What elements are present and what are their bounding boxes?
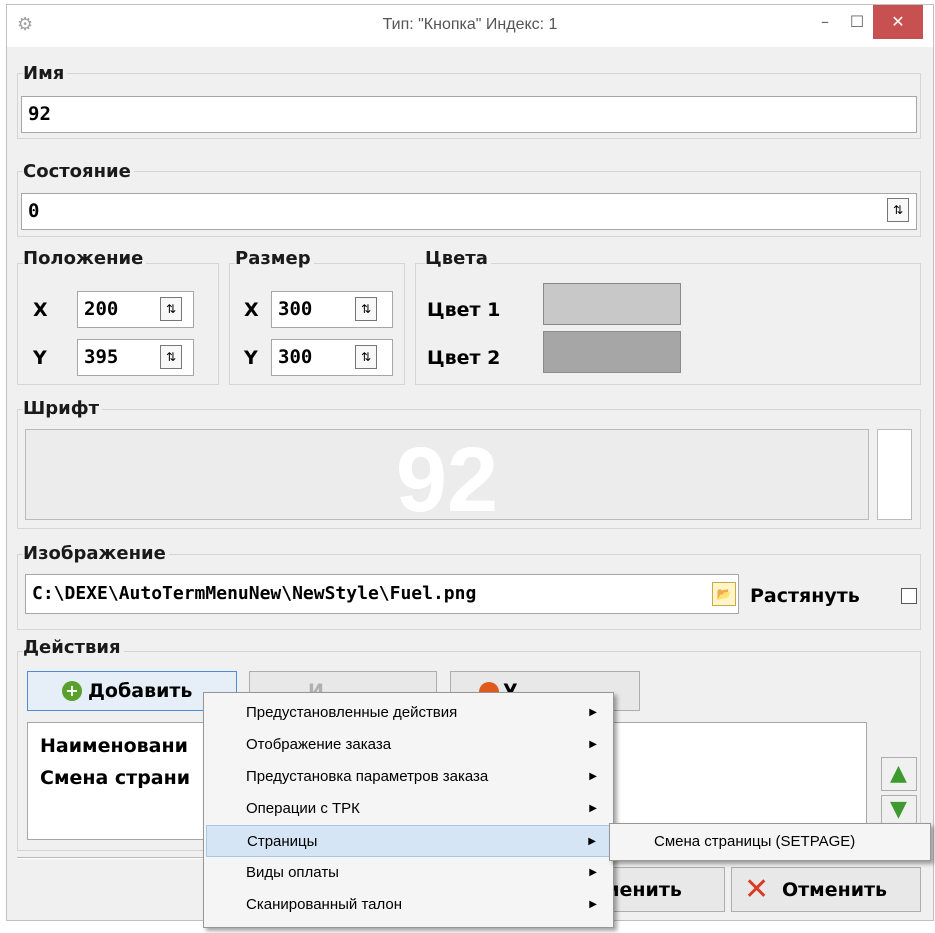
colors-label: Цвета — [425, 248, 491, 269]
cancel-button[interactable]: ✕ Отменить — [731, 867, 921, 912]
close-button[interactable]: ✕ — [873, 5, 923, 39]
menu-item-label: Предустановка параметров заказа — [246, 768, 489, 785]
menu-item-label: Предустановленные действия — [246, 704, 458, 721]
color2-label: Цвет 2 — [427, 347, 501, 369]
chevron-right-icon: ▶ — [589, 803, 597, 814]
menu-item-pages[interactable]: Страницы ▶ — [206, 825, 611, 857]
menu-item-trk-operations[interactable]: Операции с ТРК ▶ — [206, 793, 611, 825]
position-x-spinner[interactable]: ⇅ — [160, 297, 182, 321]
menu-item-label: Сканированный талон — [246, 896, 403, 913]
chevron-right-icon: ▶ — [589, 867, 597, 878]
actions-label: Действия — [23, 637, 124, 658]
state-field[interactable]: 0 — [21, 193, 917, 230]
state-label: Состояние — [23, 161, 134, 182]
color1-swatch[interactable] — [543, 283, 681, 325]
move-down-button[interactable]: ▼ — [881, 795, 917, 825]
add-context-menu: Предустановленные действия ▶ Отображение … — [203, 692, 614, 928]
color2-swatch[interactable] — [543, 331, 681, 373]
font-preview-text: 92 — [395, 429, 499, 520]
menu-item-label: Виды оплаты — [246, 864, 339, 881]
chevron-right-icon: ▶ — [589, 707, 597, 718]
dialog-window: ⚙ Тип: "Кнопка" Индекс: 1 – ☐ ✕ Имя 92 С… — [6, 4, 934, 928]
maximize-button[interactable]: ☐ — [842, 5, 872, 39]
name-label: Имя — [23, 63, 68, 84]
image-path-field[interactable]: C:\DEXE\AutoTermMenuNew\NewStyle\Fuel.pn… — [25, 574, 739, 614]
size-x-label: X — [244, 299, 259, 321]
cancel-button-label: Отменить — [782, 879, 888, 901]
menu-item-label: Операции с ТРК — [246, 800, 360, 817]
state-spinner[interactable]: ⇅ — [887, 198, 909, 222]
folder-open-icon[interactable]: 📂 — [712, 582, 736, 606]
cancel-icon: ✕ — [744, 872, 770, 907]
size-x-spinner[interactable]: ⇅ — [355, 297, 377, 321]
list-item[interactable]: Смена страни — [40, 767, 190, 789]
size-label: Размер — [235, 248, 314, 269]
chevron-right-icon: ▶ — [589, 739, 597, 750]
position-y-spinner[interactable]: ⇅ — [160, 345, 182, 369]
menu-item-order-display[interactable]: Отображение заказа ▶ — [206, 729, 611, 761]
position-label: Положение — [23, 248, 147, 269]
arrow-up-icon: ▲ — [890, 761, 907, 786]
position-y-label: Y — [33, 347, 47, 369]
font-preview[interactable]: 92 — [25, 429, 869, 520]
size-y-label: Y — [244, 347, 258, 369]
size-y-spinner[interactable]: ⇅ — [355, 345, 377, 369]
chevron-right-icon: ▶ — [589, 771, 597, 782]
arrow-down-icon: ▼ — [890, 797, 907, 822]
menu-item-setpage[interactable]: Смена страницы (SETPAGE) — [612, 826, 928, 858]
title-bar[interactable]: ⚙ Тип: "Кнопка" Индекс: 1 – ☐ ✕ — [7, 5, 933, 47]
menu-item-scanned-coupon[interactable]: Сканированный талон ▶ — [206, 889, 611, 921]
add-button-label: Добавить — [88, 680, 193, 702]
move-up-button[interactable]: ▲ — [881, 757, 917, 791]
stretch-checkbox[interactable] — [901, 588, 917, 604]
menu-item-payment-types[interactable]: Виды оплаты ▶ — [206, 857, 611, 889]
chevron-right-icon: ▶ — [588, 836, 596, 847]
name-field[interactable]: 92 — [21, 96, 917, 133]
minimize-button[interactable]: – — [810, 5, 840, 39]
image-label: Изображение — [23, 543, 169, 564]
list-header: Наименовани — [40, 735, 188, 757]
position-x-label: X — [33, 299, 48, 321]
menu-item-label: Страницы — [247, 833, 318, 850]
plus-icon: + — [62, 681, 82, 701]
font-color-box[interactable] — [877, 429, 912, 520]
menu-item-preset-actions[interactable]: Предустановленные действия ▶ — [206, 697, 611, 729]
apply-button-label: менить — [604, 879, 682, 901]
pages-submenu: Смена страницы (SETPAGE) — [609, 823, 931, 861]
chevron-right-icon: ▶ — [589, 899, 597, 910]
color1-label: Цвет 1 — [427, 299, 501, 321]
font-label: Шрифт — [23, 398, 103, 419]
menu-item-label: Отображение заказа — [246, 736, 392, 753]
menu-item-order-params[interactable]: Предустановка параметров заказа ▶ — [206, 761, 611, 793]
stretch-label: Растянуть — [750, 585, 860, 607]
window-title: Тип: "Кнопка" Индекс: 1 — [382, 16, 558, 33]
